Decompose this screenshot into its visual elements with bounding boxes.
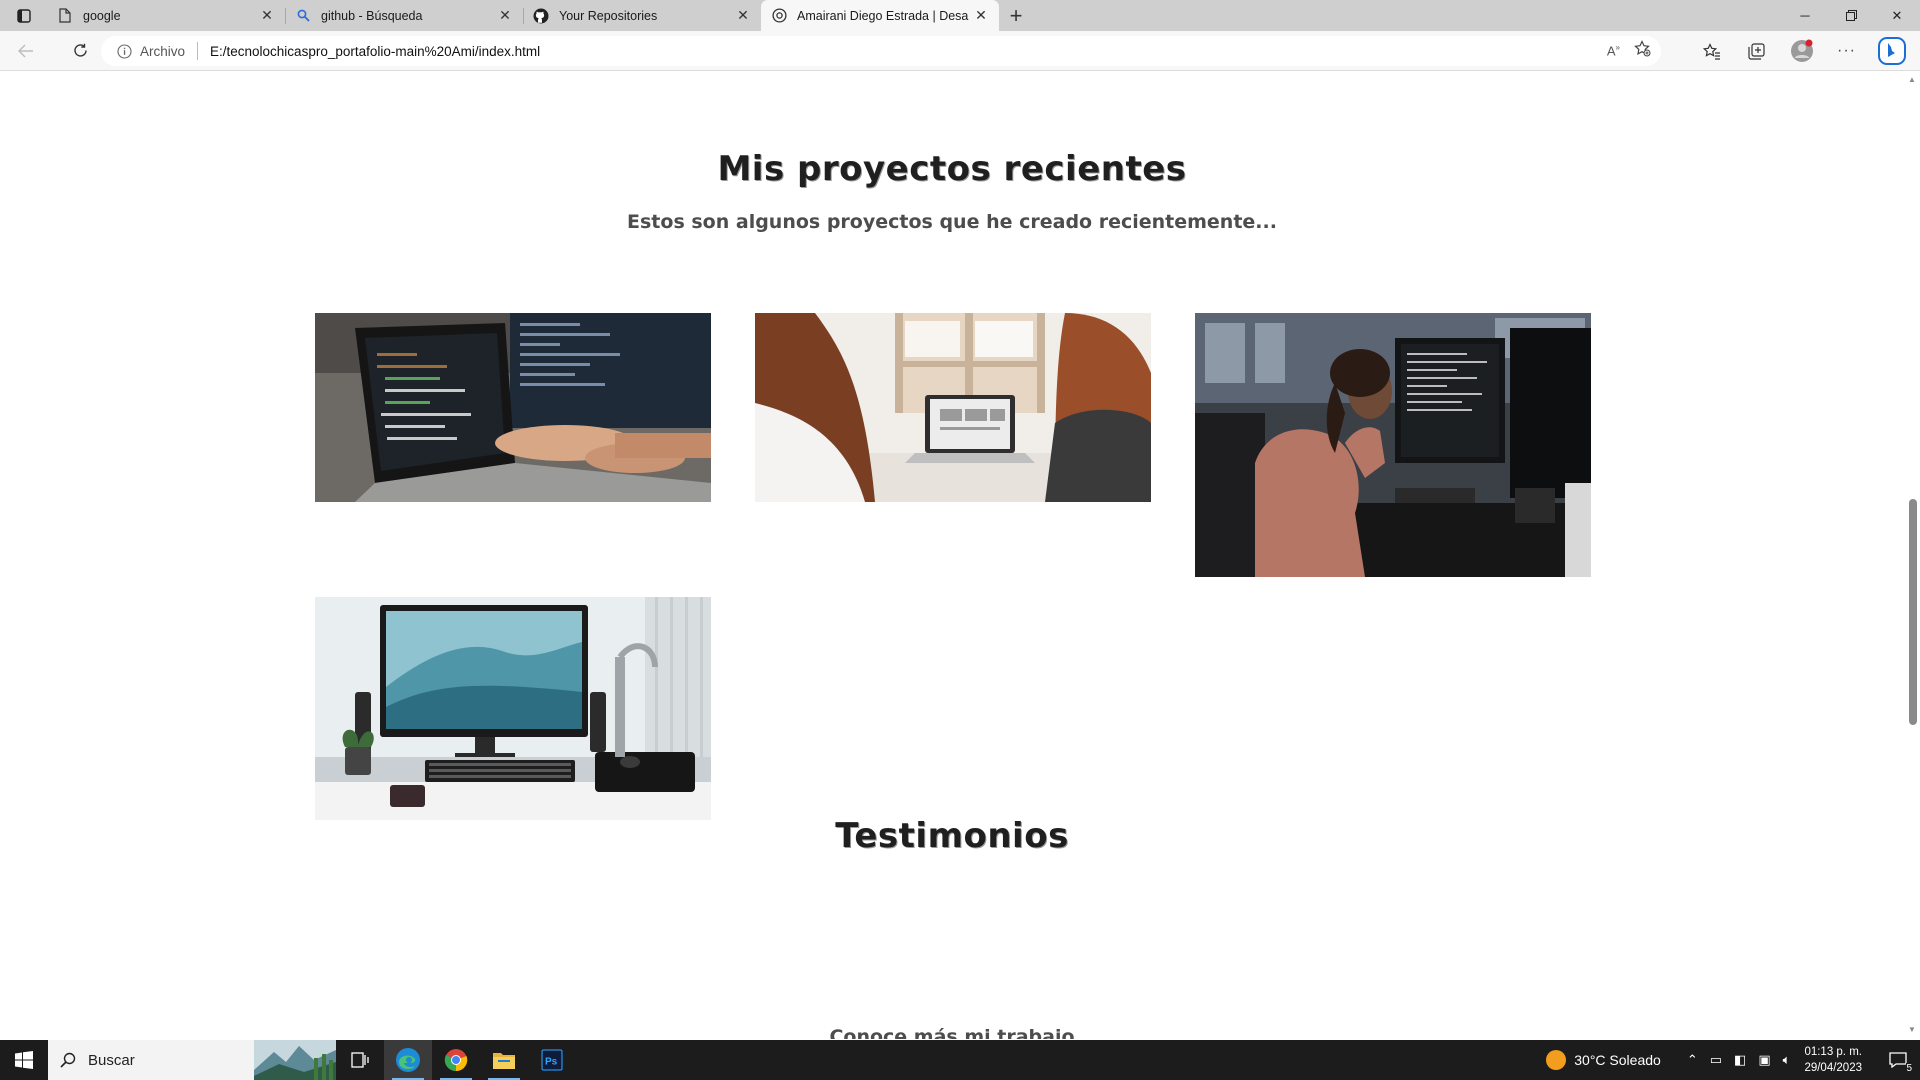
folder-icon [493, 1053, 515, 1069]
bing-icon [1877, 37, 1906, 65]
scrollbar-thumb[interactable] [1909, 499, 1917, 725]
search-icon [60, 1052, 76, 1068]
sun-icon [1546, 1050, 1567, 1070]
add-favorite-icon[interactable] [1634, 40, 1651, 62]
collections-button[interactable] [1734, 35, 1779, 67]
volume-icon[interactable]: 🔈︎ [1783, 1052, 1791, 1068]
weather-widget[interactable]: 30°C Soleado [1546, 1050, 1661, 1070]
meet-now-icon[interactable]: ▭ [1710, 1052, 1722, 1068]
taskbar-search[interactable]: Buscar [48, 1040, 336, 1080]
tab-actions-button[interactable] [0, 0, 47, 31]
svg-text:Ps: Ps [545, 1057, 558, 1068]
taskbar-photoshop[interactable]: Ps [528, 1040, 576, 1080]
address-bar[interactable]: Archivo E:/tecnolochicaspro_portafolio-m… [101, 36, 1661, 66]
weather-text: 30°C Soleado [1574, 1052, 1661, 1068]
clock-time: 01:13 p. m. [1804, 1046, 1862, 1058]
back-button[interactable] [8, 35, 44, 67]
github-icon [533, 8, 549, 24]
task-view-icon [351, 1052, 369, 1068]
avatar-icon [1790, 39, 1813, 62]
notification-count: 5 [1906, 1063, 1912, 1074]
window-controls: ─ ✕ [1782, 0, 1920, 31]
project-image-desktop-setup[interactable] [315, 597, 711, 820]
tab-title: Amairani Diego Estrada | Desarro [797, 8, 969, 23]
restore-icon[interactable] [1828, 0, 1874, 31]
taskbar-edge[interactable] [384, 1040, 432, 1080]
toolbar-right: ··· [1689, 31, 1920, 71]
project-image-developer-monitors[interactable] [1195, 313, 1591, 577]
browser-toolbar: Archivo E:/tecnolochicaspro_portafolio-m… [0, 31, 1920, 71]
more-options-button[interactable]: ··· [1824, 35, 1869, 67]
close-window-icon[interactable]: ✕ [1874, 0, 1920, 31]
page-icon [57, 8, 73, 24]
info-icon [117, 43, 132, 59]
project-image-laptop-code[interactable] [315, 313, 711, 502]
tab-github-search[interactable]: github - Búsqueda ✕ [285, 0, 523, 31]
testimonials-title: Testimonios [835, 816, 1069, 856]
start-button[interactable] [0, 1040, 48, 1080]
refresh-button[interactable] [62, 35, 98, 67]
scroll-up-icon[interactable]: ▲ [1907, 75, 1917, 85]
new-tab-button[interactable]: + [999, 0, 1033, 31]
tab-your-repositories[interactable]: Your Repositories ✕ [523, 0, 761, 31]
close-tab-icon[interactable]: ✕ [493, 4, 517, 28]
divider [197, 42, 199, 60]
taskbar-chrome[interactable] [432, 1040, 480, 1080]
testimonials-subtitle: Conoce más mi trabajo [829, 1026, 1075, 1039]
scheme-label: Archivo [140, 43, 186, 59]
url-text[interactable]: E:/tecnolochicaspro_portafolio-main%20Am… [210, 44, 540, 59]
tab-actions-icon [16, 8, 31, 23]
windows-taskbar: Buscar Ps 30°C Soleado ⌃ ▭ ◧ ▣ 🔈︎ 01:13 … [0, 1040, 1920, 1080]
tab-title: github - Búsqueda [321, 8, 423, 23]
photoshop-icon: Ps [541, 1049, 563, 1071]
favorites-icon [1702, 42, 1720, 60]
tab-google[interactable]: google ✕ [47, 0, 285, 31]
project-image-team-laptop[interactable] [755, 313, 1151, 502]
refresh-icon [73, 43, 87, 57]
chrome-icon [444, 1049, 468, 1072]
tab-portfolio[interactable]: Amairani Diego Estrada | Desarro ✕ [761, 0, 999, 31]
edge-icon [396, 1048, 420, 1072]
site-info-button[interactable]: Archivo [101, 42, 210, 60]
close-tab-icon[interactable]: ✕ [731, 4, 755, 28]
minimize-icon[interactable]: ─ [1782, 0, 1828, 31]
read-aloud-icon[interactable]: A» [1607, 43, 1620, 58]
show-hidden-icons-icon[interactable]: ⌃ [1687, 1052, 1698, 1068]
page-viewport: Mis proyectos recientes Estos son alguno… [0, 71, 1920, 1039]
network-icon[interactable]: ▣ [1758, 1052, 1770, 1068]
scroll-down-icon[interactable]: ▼ [1907, 1025, 1917, 1035]
back-arrow-icon [18, 43, 33, 58]
bing-copilot-button[interactable] [1869, 35, 1914, 67]
search-highlight-image [254, 1040, 336, 1080]
tab-strip: google ✕ github - Búsqueda ✕ Your Reposi… [0, 0, 1920, 31]
profile-button[interactable] [1779, 35, 1824, 67]
collections-icon [1748, 42, 1765, 60]
windows-logo-icon [15, 1051, 33, 1069]
globe-icon [771, 8, 787, 24]
favorites-button[interactable] [1689, 35, 1734, 67]
notifications-button[interactable]: 5 [1876, 1040, 1920, 1080]
task-view-button[interactable] [336, 1040, 384, 1080]
close-tab-icon[interactable]: ✕ [255, 4, 279, 28]
projects-subtitle: Estos son algunos proyectos que he cread… [627, 211, 1277, 233]
search-placeholder: Buscar [88, 1051, 135, 1069]
clock[interactable]: 01:13 p. m. 29/04/2023 [1804, 1044, 1862, 1076]
page-scrollbar[interactable]: ▲ ▼ [1904, 71, 1920, 1039]
system-tray: 30°C Soleado ⌃ ▭ ◧ ▣ 🔈︎ 01:13 p. m. 29/0… [1546, 1040, 1920, 1080]
search-icon [295, 8, 311, 24]
app-tray-icon[interactable]: ◧ [1734, 1052, 1746, 1068]
tab-title: Your Repositories [559, 8, 658, 23]
clock-date: 29/04/2023 [1804, 1062, 1862, 1074]
taskbar-file-explorer[interactable] [480, 1040, 528, 1080]
projects-title: Mis proyectos recientes [717, 149, 1187, 189]
tab-title: google [83, 8, 121, 23]
close-tab-icon[interactable]: ✕ [969, 4, 993, 28]
notification-icon [1889, 1052, 1907, 1068]
tray-icons: ⌃ ▭ ◧ ▣ 🔈︎ [1687, 1052, 1791, 1068]
ellipsis-icon: ··· [1837, 42, 1856, 59]
